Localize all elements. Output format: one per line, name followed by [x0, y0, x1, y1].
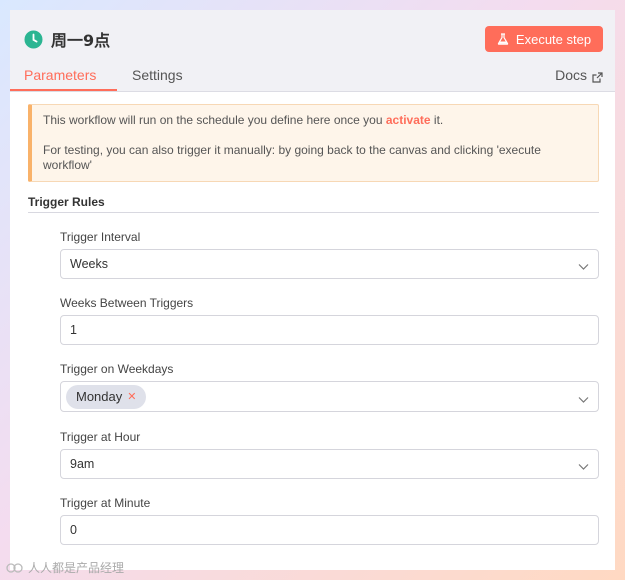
weekday-tag: Monday ✕: [66, 384, 147, 409]
remove-tag-icon[interactable]: ✕: [127, 390, 136, 403]
weeks-between-input[interactable]: 1: [60, 315, 599, 345]
node-title[interactable]: 周一9点: [51, 27, 110, 51]
tab-settings[interactable]: Settings: [132, 67, 183, 83]
chevron-down-icon: [578, 460, 589, 470]
weeks-between-value: 1: [70, 323, 77, 337]
chevron-down-icon: [578, 393, 589, 403]
trigger-minute-label: Trigger at Minute: [60, 496, 151, 510]
weekday-tag-label: Monday: [76, 389, 123, 404]
schedule-notice: This workflow will run on the schedule y…: [28, 104, 599, 182]
trigger-interval-value: Weeks: [70, 257, 108, 271]
trigger-minute-input[interactable]: 0: [60, 515, 599, 545]
activate-link[interactable]: activate: [386, 113, 431, 127]
watermark-text: 人人都是产品经理: [28, 561, 125, 575]
section-title-trigger-rules: Trigger Rules: [28, 195, 105, 209]
title-row: 周一9点: [24, 27, 110, 51]
notice-line-1: This workflow will run on the schedule y…: [43, 113, 586, 128]
weeks-between-label: Weeks Between Triggers: [60, 296, 194, 310]
node-settings-panel: 周一9点 Execute step Parameters Settings Do…: [10, 10, 615, 570]
execute-step-label: Execute step: [515, 31, 592, 47]
notice-text-end: it.: [430, 113, 444, 127]
section-divider: [28, 212, 599, 213]
trigger-hour-select[interactable]: 9am: [60, 449, 599, 479]
weekdays-multiselect[interactable]: Monday ✕: [60, 381, 599, 412]
trigger-hour-value: 9am: [70, 457, 95, 471]
active-tab-indicator: [10, 89, 117, 91]
notice-text: This workflow will run on the schedule y…: [43, 113, 386, 127]
flask-icon: [497, 33, 509, 45]
execute-step-button[interactable]: Execute step: [485, 26, 603, 52]
watermark: 人人都是产品经理: [6, 559, 124, 576]
notice-line-2: For testing, you can also trigger it man…: [43, 143, 541, 172]
weekdays-label: Trigger on Weekdays: [60, 362, 174, 376]
trigger-minute-value: 0: [70, 523, 77, 537]
trigger-hour-label: Trigger at Hour: [60, 430, 141, 444]
tab-parameters[interactable]: Parameters: [24, 67, 96, 83]
external-link-icon: [592, 70, 603, 83]
clock-icon: [24, 30, 43, 49]
chevron-down-icon: [578, 260, 589, 270]
panel-header: 周一9点 Execute step Parameters Settings Do…: [10, 10, 615, 92]
trigger-interval-select[interactable]: Weeks: [60, 249, 599, 279]
docs-link[interactable]: Docs: [555, 67, 603, 83]
trigger-interval-label: Trigger Interval: [60, 230, 141, 244]
watermark-logo-icon: [6, 562, 24, 574]
tab-bar: Parameters Settings Docs: [10, 64, 615, 92]
docs-label: Docs: [555, 67, 587, 83]
